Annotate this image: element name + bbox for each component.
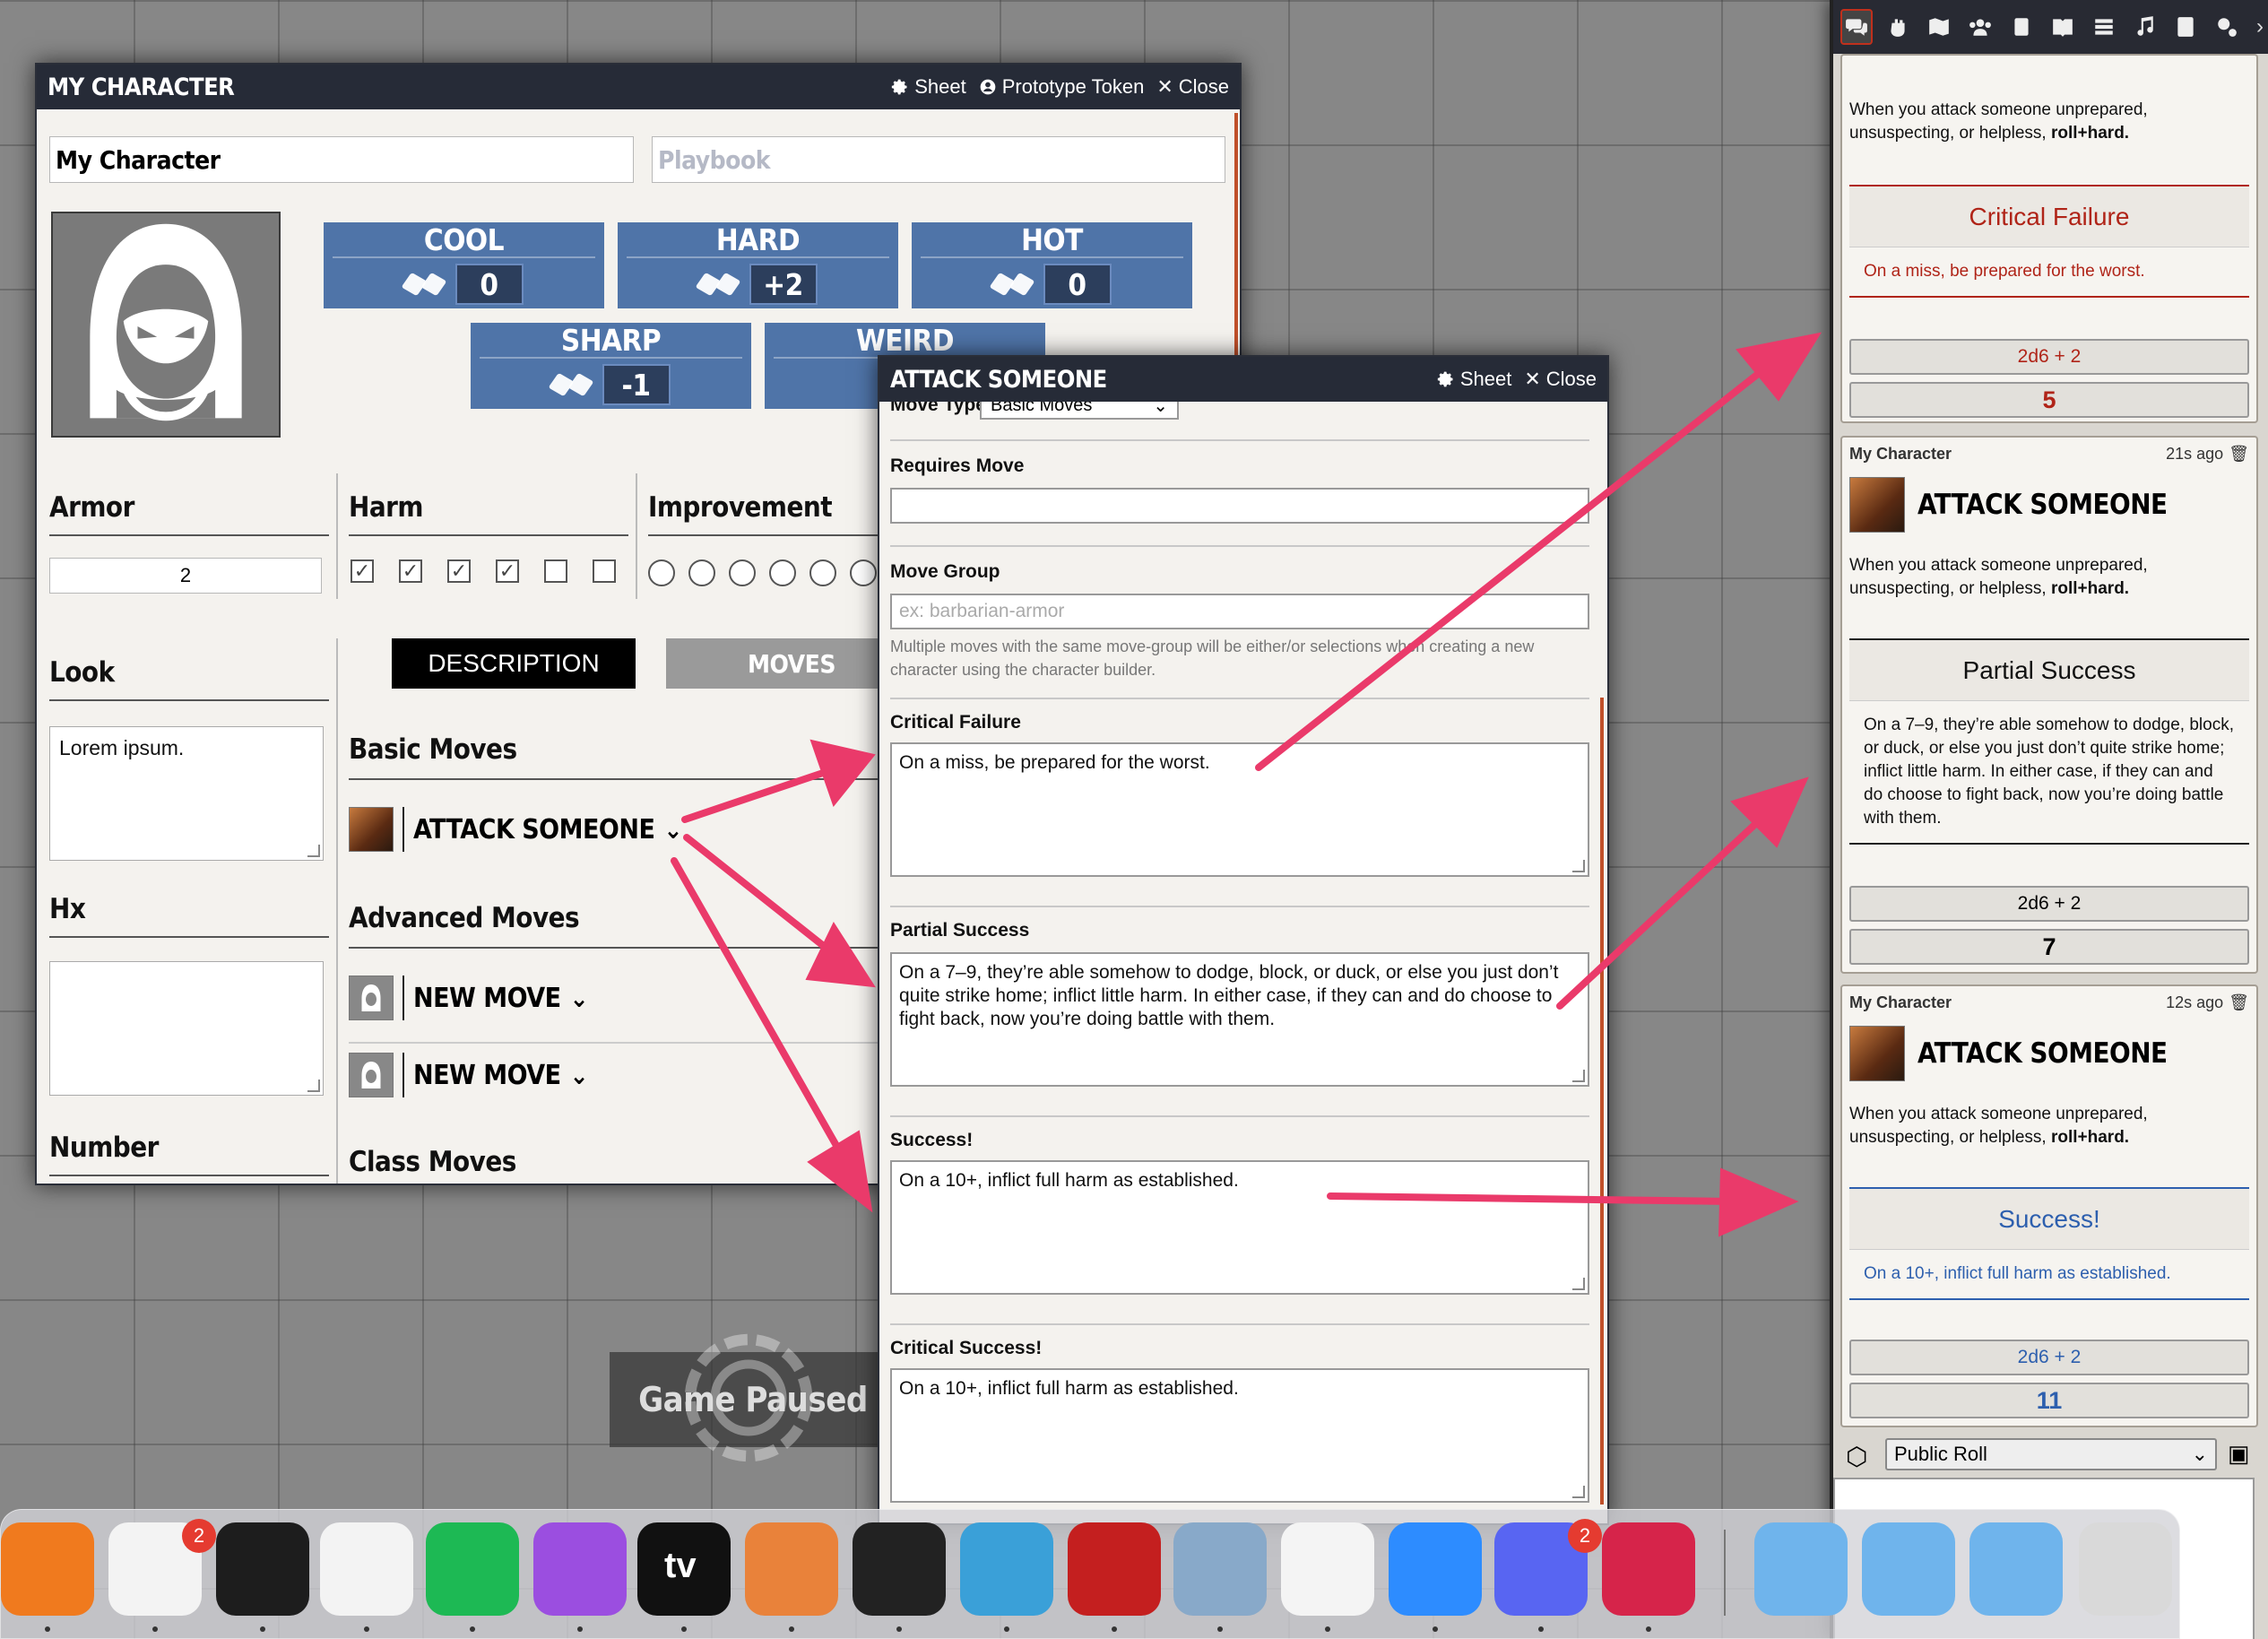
running-indicator xyxy=(1646,1626,1651,1632)
spotify-icon[interactable] xyxy=(426,1522,519,1616)
inkscape-icon[interactable] xyxy=(320,1522,413,1616)
zoom-icon[interactable] xyxy=(1389,1522,1482,1616)
running-indicator xyxy=(260,1626,265,1632)
terminal-icon[interactable] xyxy=(216,1522,309,1616)
arrow-to-partial-success xyxy=(683,834,837,958)
running-indicator xyxy=(152,1626,158,1632)
running-indicator xyxy=(45,1626,50,1632)
acrobat-icon[interactable] xyxy=(1068,1522,1161,1616)
arrow-to-chat-failure xyxy=(1255,364,1770,771)
running-indicator xyxy=(1325,1626,1330,1632)
annotation-arrows xyxy=(671,332,1822,1237)
arrow-head xyxy=(807,1130,873,1213)
gear-icon xyxy=(1437,371,1453,387)
arrow-to-chat-partial xyxy=(1556,811,1770,1010)
close-button[interactable]: ✕ Close xyxy=(1524,368,1597,391)
documents-folder-icon[interactable] xyxy=(1862,1522,1955,1616)
notification-badge: 2 xyxy=(1568,1519,1602,1553)
running-indicator xyxy=(1433,1626,1438,1632)
skitch-icon[interactable] xyxy=(1602,1522,1695,1616)
arrow-head xyxy=(805,921,876,988)
running-indicator xyxy=(1004,1626,1009,1632)
applications-folder-icon[interactable] xyxy=(1754,1522,1848,1616)
running-indicator xyxy=(1538,1626,1544,1632)
downloads-folder-icon[interactable] xyxy=(1969,1522,2063,1616)
arrow-to-critical-failure xyxy=(681,766,837,823)
activity-monitor-icon[interactable] xyxy=(853,1522,946,1616)
app-label: tv xyxy=(664,1546,697,1585)
running-indicator xyxy=(470,1626,475,1632)
arrow-head xyxy=(1718,1167,1799,1237)
move-editor-title: ATTACK SOMEONE xyxy=(890,365,1107,394)
sourcetree-icon[interactable] xyxy=(745,1522,838,1616)
firefox-icon[interactable] xyxy=(1,1522,94,1616)
trash-icon[interactable] xyxy=(2079,1522,2172,1616)
arrow-to-chat-success xyxy=(1327,1192,1734,1205)
running-indicator xyxy=(896,1626,902,1632)
quicktime-icon[interactable] xyxy=(960,1522,1053,1616)
macos-dock: 2 tv 2 xyxy=(0,1509,2180,1639)
running-indicator xyxy=(577,1626,583,1632)
arrow-to-success xyxy=(671,857,846,1160)
music-icon[interactable] xyxy=(1281,1522,1374,1616)
running-indicator xyxy=(681,1626,687,1632)
close-label: Close xyxy=(1545,368,1597,390)
dock-separator xyxy=(1724,1530,1726,1616)
running-indicator xyxy=(1112,1626,1117,1632)
close-icon: ✕ xyxy=(1524,368,1541,390)
move-editor-header[interactable]: ATTACK SOMEONE Sheet ✕ Close xyxy=(879,357,1607,402)
running-indicator xyxy=(1217,1626,1223,1632)
preview-icon[interactable] xyxy=(1173,1522,1267,1616)
appletv-icon[interactable]: tv xyxy=(637,1522,731,1616)
podcasts-icon[interactable] xyxy=(533,1522,627,1616)
arrow-head xyxy=(1736,332,1822,402)
sheet-config-button[interactable]: Sheet xyxy=(1437,368,1512,391)
running-indicator xyxy=(789,1626,794,1632)
sheet-button-label: Sheet xyxy=(1459,368,1512,390)
notification-badge: 2 xyxy=(182,1519,216,1553)
running-indicator xyxy=(364,1626,369,1632)
